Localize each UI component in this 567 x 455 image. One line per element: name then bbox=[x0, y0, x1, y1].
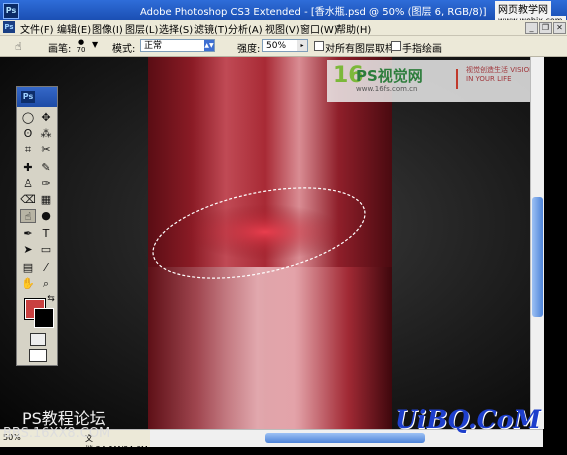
finger-painting-checkbox[interactable] bbox=[391, 41, 401, 51]
gradient-tool-icon[interactable]: ▦ bbox=[38, 193, 54, 207]
tools-panel-logo: Ps bbox=[21, 91, 35, 103]
history-brush-tool-icon[interactable]: ✑ bbox=[38, 177, 54, 191]
background-color-swatch[interactable] bbox=[34, 308, 54, 328]
pen-tool-icon[interactable]: ✒ bbox=[20, 227, 36, 241]
eraser-tool-icon[interactable]: ⌫ bbox=[20, 193, 36, 207]
clone-stamp-tool-icon[interactable]: ♙ bbox=[20, 177, 36, 191]
menu-file[interactable]: 文件(F) bbox=[20, 21, 54, 36]
path-selection-tool-icon[interactable]: ➤ bbox=[20, 243, 36, 257]
window-title: Adobe Photoshop CS3 Extended - [香水瓶.psd … bbox=[140, 7, 487, 18]
tools-panel: Ps ◯ ✥ ʘ ⁂ ⌗ ✂ ✚ ✎ ♙ ✑ ⌫ ▦ ☝ ● ✒ T ➤ ▭ ▤… bbox=[16, 86, 58, 366]
mode-label: 模式: bbox=[112, 44, 136, 55]
strength-value: 50% bbox=[266, 41, 287, 51]
selection-overlay bbox=[152, 187, 366, 279]
mode-select[interactable]: 正常 ▲▼ bbox=[140, 39, 215, 52]
uibq-watermark: UiBQ.CoM bbox=[395, 405, 541, 434]
sample-all-layers-checkbox[interactable] bbox=[314, 41, 324, 51]
chevron-right-icon[interactable]: ▸ bbox=[297, 40, 307, 51]
strength-input[interactable]: 50% ▸ bbox=[262, 39, 308, 52]
brush-size: 70 bbox=[76, 46, 86, 54]
lasso-tool-icon[interactable]: ʘ bbox=[20, 127, 36, 141]
watermark-separator bbox=[456, 69, 458, 89]
menu-help[interactable]: 帮助(H) bbox=[336, 21, 371, 36]
watermark-logo-url: www.16fs.com.cn bbox=[356, 85, 418, 93]
chevron-down-icon: ▲▼ bbox=[204, 40, 214, 51]
magic-wand-tool-icon[interactable]: ⁂ bbox=[38, 127, 54, 141]
menu-edit[interactable]: 编辑(E) bbox=[57, 21, 91, 36]
menu-window[interactable]: 窗口(W) bbox=[300, 21, 338, 36]
menu-image[interactable]: 图像(I) bbox=[92, 21, 123, 36]
tools-panel-header[interactable]: Ps bbox=[17, 87, 57, 107]
menu-app-icon[interactable]: Ps bbox=[3, 21, 15, 33]
watermark-slogan: 视觉创造生活 VISION IN YOUR LIFE bbox=[466, 66, 535, 83]
marquee-tool-icon[interactable]: ◯ bbox=[20, 111, 36, 125]
site-watermark: 网页教学网 bbox=[495, 1, 551, 16]
notes-tool-icon[interactable]: ▤ bbox=[20, 261, 36, 275]
crop-tool-icon[interactable]: ⌗ bbox=[20, 143, 36, 157]
smudged-area bbox=[185, 204, 345, 260]
eyedropper-tool-icon[interactable]: ⁄ bbox=[38, 261, 54, 275]
menu-select[interactable]: 选择(S) bbox=[159, 21, 193, 36]
menu-analysis[interactable]: 分析(A) bbox=[228, 21, 263, 36]
healing-brush-tool-icon[interactable]: ✚ bbox=[20, 161, 36, 175]
smudge-tool-icon[interactable]: ☝ bbox=[15, 40, 29, 53]
document-canvas[interactable]: 16 PS视觉网 www.16fs.com.cn 视觉创造生活 VISION I… bbox=[0, 57, 543, 429]
menu-filter[interactable]: 滤镜(T) bbox=[194, 21, 228, 36]
horizontal-scroll-thumb[interactable] bbox=[265, 433, 425, 443]
menu-bar: Ps 文件(F) 编辑(E) 图像(I) 图层(L) 选择(S) 滤镜(T) 分… bbox=[0, 20, 567, 36]
options-bar: ☝ 画笔: ● 70 ▼ 模式: 正常 ▲▼ 强度: 50% ▸ 对所有图层取样 … bbox=[0, 36, 567, 57]
brush-tool-icon[interactable]: ✎ bbox=[38, 161, 54, 175]
vertical-scrollbar[interactable] bbox=[530, 57, 544, 429]
move-tool-icon[interactable]: ✥ bbox=[38, 111, 54, 125]
screen-mode-icon[interactable] bbox=[29, 349, 47, 362]
dodge-tool-icon[interactable]: ● bbox=[38, 209, 54, 223]
close-icon[interactable]: ✕ bbox=[553, 22, 566, 34]
title-bar: Ps Adobe Photoshop CS3 Extended - [香水瓶.p… bbox=[0, 0, 567, 20]
shape-tool-icon[interactable]: ▭ bbox=[38, 243, 54, 257]
hand-tool-icon[interactable]: ✋ bbox=[20, 277, 36, 291]
photoshop-app-icon[interactable]: Ps bbox=[3, 3, 19, 19]
smudge-tool-icon[interactable]: ☝ bbox=[20, 209, 36, 223]
sample-all-layers-label: 对所有图层取样 bbox=[325, 44, 395, 55]
strength-label: 强度: bbox=[237, 44, 261, 55]
minimize-icon[interactable]: _ bbox=[525, 22, 538, 34]
slice-tool-icon[interactable]: ✂ bbox=[38, 143, 54, 157]
bbs-watermark: BBS.16XX8.COM bbox=[3, 426, 111, 441]
restore-icon[interactable]: ❐ bbox=[539, 22, 552, 34]
brush-preset-picker[interactable]: ● 70 bbox=[75, 38, 87, 54]
watermark-logo-text: PS视觉网 bbox=[356, 67, 423, 85]
quick-mask-icon[interactable] bbox=[30, 333, 46, 346]
type-tool-icon[interactable]: T bbox=[38, 227, 54, 241]
chevron-down-icon[interactable]: ▼ bbox=[92, 40, 98, 49]
zoom-tool-icon[interactable]: ⌕ bbox=[38, 277, 54, 291]
menu-view[interactable]: 视图(V) bbox=[265, 21, 300, 36]
swap-colors-icon[interactable]: ⇆ bbox=[43, 292, 59, 306]
vertical-scroll-thumb[interactable] bbox=[532, 197, 543, 317]
brush-label: 画笔: bbox=[48, 44, 72, 55]
menu-layer[interactable]: 图层(L) bbox=[125, 21, 158, 36]
finger-painting-label: 手指绘画 bbox=[402, 44, 442, 55]
mode-value: 正常 bbox=[144, 41, 163, 51]
